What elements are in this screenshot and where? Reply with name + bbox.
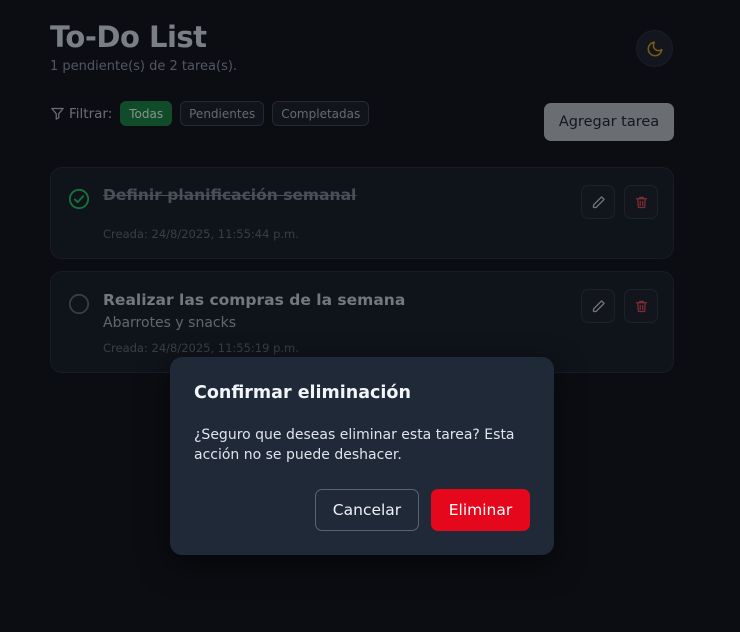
filter-label-group: Filtrar: — [50, 106, 112, 122]
filter-icon — [51, 107, 64, 120]
task-title: Definir planificación semanal — [103, 186, 357, 204]
app: To-Do List 1 pendiente(s) de 2 tarea(s).… — [0, 0, 740, 632]
task-description: Abarrotes y snacks — [103, 315, 236, 331]
pencil-icon — [592, 195, 605, 208]
task-card: Definir planificación semanal Creada: 24… — [50, 167, 674, 259]
dialog-message: ¿Seguro que deseas eliminar esta tarea? … — [194, 427, 515, 463]
trash-icon — [635, 196, 647, 208]
filter-all-chip[interactable]: Todas — [120, 101, 173, 126]
delete-task-button[interactable] — [624, 289, 658, 323]
pencil-icon — [592, 299, 605, 312]
add-task-button[interactable]: Agregar tarea — [544, 103, 674, 141]
confirm-delete-dialog: Confirmar eliminación ¿Seguro que deseas… — [170, 357, 554, 555]
task-summary: 1 pendiente(s) de 2 tarea(s). — [50, 59, 238, 74]
task-created-date: Creada: 24/8/2025, 11:55:19 p.m. — [103, 341, 299, 355]
moon-icon — [647, 41, 662, 56]
cancel-button[interactable]: Cancelar — [315, 489, 419, 531]
edit-task-button[interactable] — [581, 289, 615, 323]
filter-bar: Filtrar: Todas Pendientes Completadas — [50, 101, 370, 126]
filter-pending-chip[interactable]: Pendientes — [180, 101, 265, 126]
page-title: To-Do List — [50, 20, 207, 54]
delete-task-button[interactable] — [624, 185, 658, 219]
filter-completed-chip[interactable]: Completadas — [272, 101, 370, 126]
check-circle-icon[interactable] — [68, 188, 90, 210]
filter-label: Filtrar: — [69, 105, 113, 122]
theme-toggle-button[interactable] — [636, 30, 673, 67]
edit-task-button[interactable] — [581, 185, 615, 219]
trash-icon — [635, 300, 647, 312]
task-created-date: Creada: 24/8/2025, 11:55:44 p.m. — [103, 227, 299, 241]
circle-icon[interactable] — [68, 293, 90, 315]
dialog-title: Confirmar eliminación — [194, 383, 411, 403]
task-title: Realizar las compras de la semana — [103, 291, 406, 309]
confirm-delete-button[interactable]: Eliminar — [431, 489, 530, 531]
